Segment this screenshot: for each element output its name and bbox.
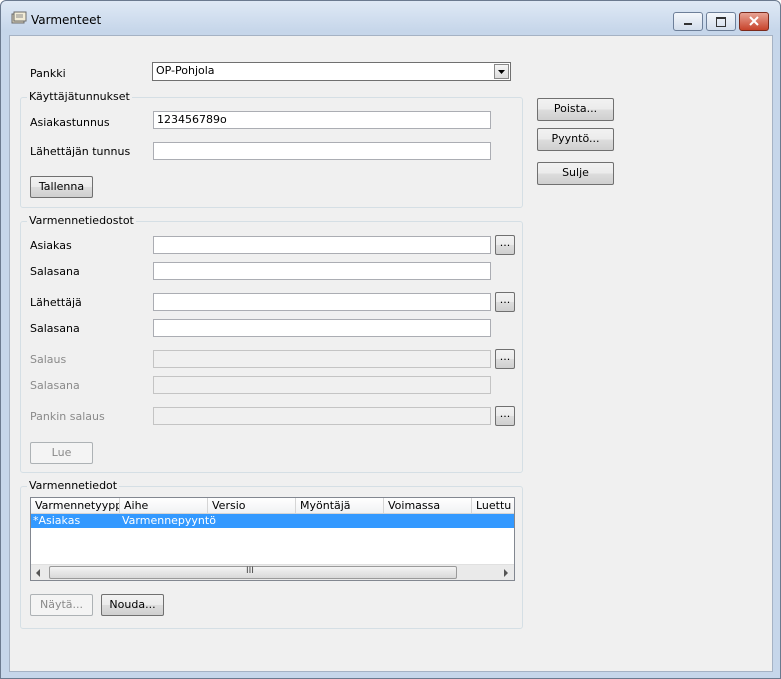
column-header-version[interactable]: Versio (208, 498, 296, 514)
save-button[interactable]: Tallenna (30, 176, 93, 198)
bank-label: Pankki (30, 67, 66, 80)
title-bar[interactable]: Varmenteet (1, 1, 780, 35)
sender-file-label: Lähettäjä (30, 296, 82, 309)
table-row[interactable]: *Asiakas Varmennepyyntö (31, 514, 514, 528)
dialog-client-area: Pankki OP-Pohjola Käyttäjätunnukset Asia… (9, 35, 773, 672)
encryption-password-label: Salasana (30, 379, 80, 392)
sender-id-field[interactable] (153, 142, 491, 160)
certificate-icon (11, 11, 27, 24)
scrollbar-thumb[interactable]: III (49, 566, 457, 579)
app-window: Varmenteet Pankki OP-Pohjola Käyttäjätun… (0, 0, 781, 679)
row-subject-cell: Varmennepyyntö (122, 514, 216, 527)
scroll-right-icon[interactable] (502, 569, 510, 577)
customer-id-label: Asiakastunnus (30, 116, 110, 129)
maximize-button[interactable] (706, 12, 736, 31)
customer-file-field[interactable] (153, 236, 491, 254)
sender-password-field[interactable] (153, 319, 491, 337)
chevron-down-icon[interactable] (494, 64, 509, 79)
bank-encryption-field[interactable] (153, 407, 491, 425)
certificate-details-group-title: Varmennetiedot (27, 479, 120, 492)
encryption-file-field[interactable] (153, 350, 491, 368)
credentials-group-title: Käyttäjätunnukset (27, 90, 132, 103)
certificate-files-group-title: Varmennetiedostot (27, 214, 136, 227)
customer-file-browse-button[interactable]: ... (495, 235, 515, 255)
show-button[interactable]: Näytä... (30, 594, 93, 616)
encryption-password-field[interactable] (153, 376, 491, 394)
column-header-type[interactable]: Varmennetyyppi (31, 498, 120, 514)
sender-file-browse-button[interactable]: ... (495, 292, 515, 312)
certificate-list[interactable]: Varmennetyyppi Aihe Versio Myöntäjä Voim… (30, 497, 515, 581)
row-type-cell: *Asiakas (33, 514, 81, 527)
bank-encryption-label: Pankin salaus (30, 410, 105, 423)
encryption-file-label: Salaus (30, 353, 67, 366)
close-button[interactable]: Sulje (537, 162, 614, 185)
close-window-button[interactable] (739, 12, 769, 31)
customer-file-label: Asiakas (30, 239, 72, 252)
customer-password-label: Salasana (30, 265, 80, 278)
sender-id-label: Lähettäjän tunnus (30, 145, 131, 158)
customer-password-field[interactable] (153, 262, 491, 280)
minimize-icon (684, 23, 692, 25)
encryption-file-browse-button[interactable]: ... (495, 349, 515, 369)
column-header-read[interactable]: Luettu (472, 498, 514, 514)
column-header-valid[interactable]: Voimassa (384, 498, 472, 514)
sender-password-label: Salasana (30, 322, 80, 335)
scroll-left-icon[interactable] (34, 569, 42, 577)
customer-id-field[interactable]: 123456789o (153, 111, 491, 129)
certificate-files-group: Varmennetiedostot (20, 214, 523, 473)
sender-file-field[interactable] (153, 293, 491, 311)
horizontal-scrollbar[interactable]: III (31, 564, 514, 580)
request-button[interactable]: Pyyntö... (537, 128, 614, 151)
fetch-button[interactable]: Nouda... (101, 594, 164, 616)
bank-selected-value: OP-Pohjola (156, 64, 215, 77)
read-button[interactable]: Lue (30, 442, 93, 464)
minimize-button[interactable] (673, 12, 703, 31)
bank-dropdown[interactable]: OP-Pohjola (152, 62, 511, 81)
maximize-icon (716, 17, 726, 27)
column-header-issuer[interactable]: Myöntäjä (296, 498, 384, 514)
scrollbar-grip: III (246, 566, 254, 576)
close-icon (749, 16, 759, 26)
window-title: Varmenteet (31, 13, 102, 27)
bank-encryption-browse-button[interactable]: ... (495, 406, 515, 426)
column-header-subject[interactable]: Aihe (120, 498, 208, 514)
delete-button[interactable]: Poista... (537, 98, 614, 121)
